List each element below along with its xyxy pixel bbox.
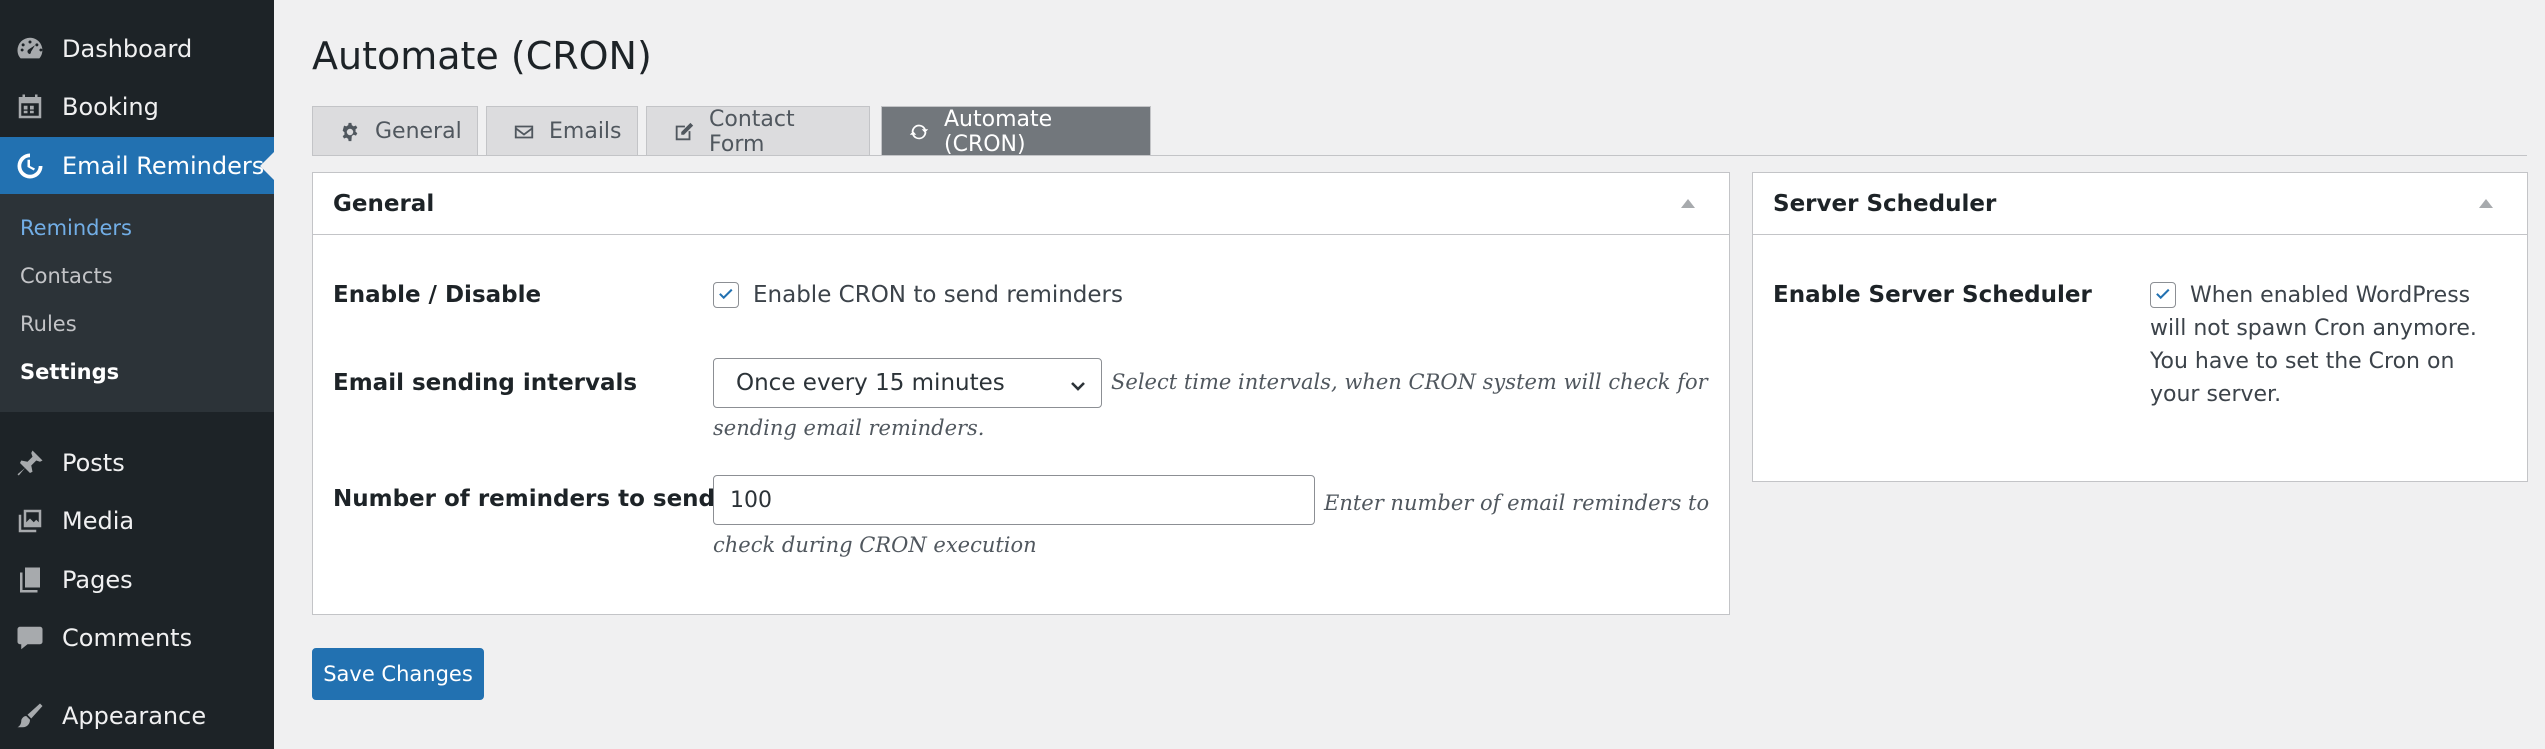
menu-item-comments[interactable]: Comments xyxy=(0,609,274,667)
tab-label: Contact Form xyxy=(709,106,795,157)
menu-label: Pages xyxy=(62,566,133,594)
tab-label: General xyxy=(375,119,462,144)
server-scheduler-text-line4: your server. xyxy=(2150,382,2282,407)
enable-cron-checkbox-label[interactable]: Enable CRON to send reminders xyxy=(753,282,1123,308)
menu-label: Booking xyxy=(62,93,159,121)
email-reminders-submenu: Reminders Contacts Rules Settings xyxy=(0,194,274,412)
server-box-header[interactable]: Server Scheduler xyxy=(1753,173,2527,235)
general-settings-box: General Enable / Disable Enable CRON to … xyxy=(312,172,1730,615)
pages-icon xyxy=(14,564,46,596)
server-scheduler-text-line3: You have to set the Cron on xyxy=(2150,349,2455,374)
submenu-item-settings[interactable]: Settings xyxy=(20,360,119,384)
tab-contact-form[interactable]: Contact Form xyxy=(646,106,870,157)
tab-general[interactable]: General xyxy=(312,106,478,156)
pin-icon xyxy=(14,447,46,479)
number-reminders-input[interactable] xyxy=(713,475,1315,525)
edit-icon xyxy=(673,121,695,143)
server-box-title: Server Scheduler xyxy=(1773,190,1997,217)
tab-label: Automate (CRON) xyxy=(944,106,1053,157)
menu-item-email-reminders[interactable]: Email Reminders xyxy=(0,137,274,195)
server-scheduler-checkbox[interactable] xyxy=(2150,282,2176,308)
chevron-down-icon xyxy=(1069,375,1085,391)
number-reminders-label: Number of reminders to send xyxy=(333,486,716,512)
admin-sidebar: Dashboard Booking Email Reminders Remind… xyxy=(0,0,274,749)
email-intervals-label: Email sending intervals xyxy=(333,370,638,396)
page-title: Automate (CRON) xyxy=(312,34,652,78)
checkmark-icon xyxy=(719,288,733,300)
tabs-divider xyxy=(312,155,2527,156)
number-description-line2: check during CRON execution xyxy=(713,533,1037,557)
collapse-arrow-icon[interactable] xyxy=(1681,199,1695,208)
enable-cron-checkbox[interactable] xyxy=(713,282,739,308)
media-icon xyxy=(14,505,46,537)
dashboard-icon xyxy=(14,33,46,65)
menu-label: Email Reminders xyxy=(62,152,265,180)
server-scheduler-text-line2: will not spawn Cron anymore. xyxy=(2150,316,2477,341)
menu-item-pages[interactable]: Pages xyxy=(0,551,274,609)
enable-disable-label: Enable / Disable xyxy=(333,282,542,308)
reminder-icon xyxy=(14,150,46,182)
server-scheduler-box: Server Scheduler Enable Server Scheduler… xyxy=(1752,172,2528,482)
general-box-header[interactable]: General xyxy=(313,173,1729,235)
menu-item-appearance[interactable]: Appearance xyxy=(0,687,274,745)
enable-server-scheduler-label: Enable Server Scheduler xyxy=(1773,282,2092,308)
tab-label: Emails xyxy=(549,119,622,144)
tab-emails[interactable]: Emails xyxy=(486,106,638,156)
submenu-item-reminders[interactable]: Reminders xyxy=(20,216,132,240)
gear-icon xyxy=(339,121,361,143)
submenu-item-contacts[interactable]: Contacts xyxy=(20,264,113,288)
save-changes-button[interactable]: Save Changes xyxy=(312,648,484,700)
calendar-icon xyxy=(14,91,46,123)
brush-icon xyxy=(14,700,46,732)
menu-label: Dashboard xyxy=(62,35,193,63)
envelope-icon xyxy=(513,121,535,143)
tab-automate-cron[interactable]: Automate (CRON) xyxy=(881,106,1151,157)
menu-item-posts[interactable]: Posts xyxy=(0,434,274,492)
submenu-item-rules[interactable]: Rules xyxy=(20,312,77,336)
comment-icon xyxy=(14,622,46,654)
intervals-description-line1: Select time intervals, when CRON system … xyxy=(1111,370,1708,394)
menu-item-dashboard[interactable]: Dashboard xyxy=(0,20,274,78)
menu-item-media[interactable]: Media xyxy=(0,492,274,550)
general-box-title: General xyxy=(333,190,435,217)
menu-label: Posts xyxy=(62,449,125,477)
menu-label: Appearance xyxy=(62,702,207,730)
server-scheduler-text-line1: When enabled WordPress xyxy=(2190,283,2471,308)
select-value: Once every 15 minutes xyxy=(736,370,1005,396)
collapse-arrow-icon[interactable] xyxy=(2479,199,2493,208)
menu-label: Media xyxy=(62,507,135,535)
email-intervals-select[interactable]: Once every 15 minutes xyxy=(713,358,1102,408)
intervals-description-line2: sending email reminders. xyxy=(713,416,985,440)
checkmark-icon xyxy=(2156,288,2170,300)
menu-item-booking[interactable]: Booking xyxy=(0,78,274,136)
refresh-icon xyxy=(908,121,930,143)
menu-label: Comments xyxy=(62,624,193,652)
number-description-line1: Enter number of email reminders to xyxy=(1324,491,1710,515)
